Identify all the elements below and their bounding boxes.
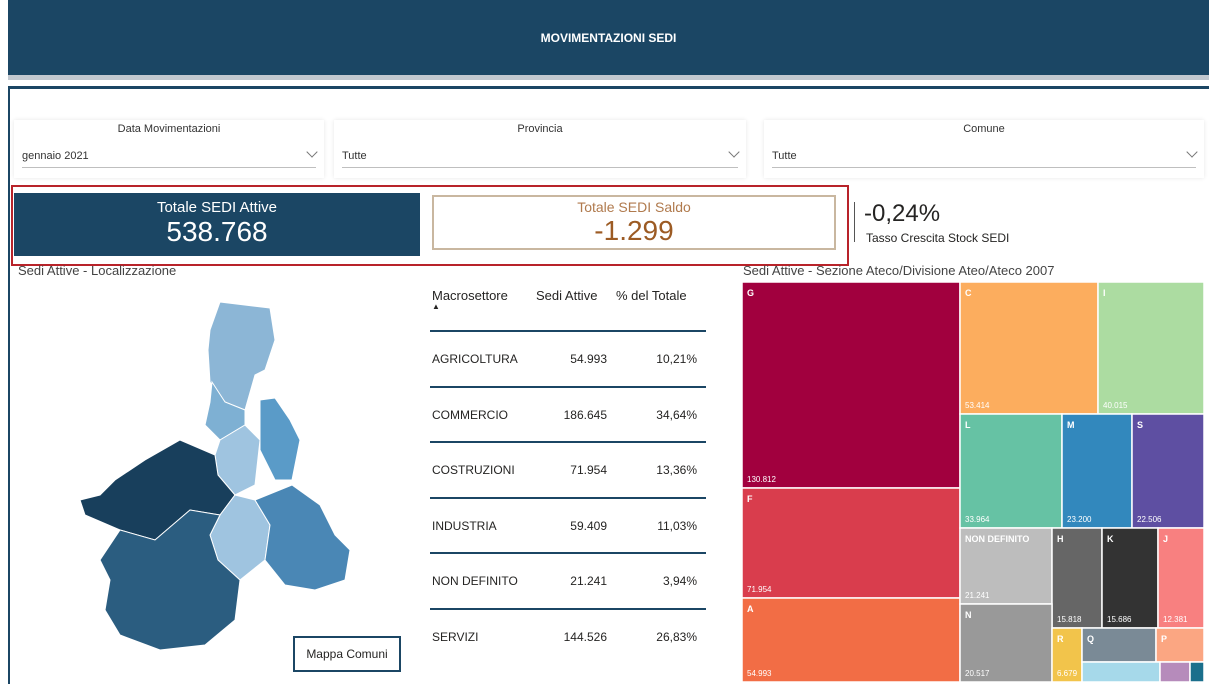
row-divider <box>430 496 706 499</box>
chevron-down-icon <box>1186 146 1198 158</box>
page-header: MOVIMENTAZIONI SEDI <box>8 0 1209 75</box>
cell-macrosettore: COMMERCIO <box>432 407 508 422</box>
treemap-tile-label: L <box>965 420 971 430</box>
map-region-novara <box>259 397 301 481</box>
treemap-tile-value: 54.993 <box>747 669 772 678</box>
cell-perc-totale: 34,64% <box>656 407 697 422</box>
page-title: MOVIMENTAZIONI SEDI <box>540 30 677 45</box>
cell-sedi-attive: 21.241 <box>570 574 607 588</box>
cell-macrosettore: COSTRUZIONI <box>432 463 515 477</box>
tasso-crescita-value: -0,24% <box>864 200 941 227</box>
cell-sedi-attive: 144.526 <box>563 629 607 644</box>
treemap-tile-label: NON DEFINITO <box>965 534 1029 544</box>
dropdown-value: Tutte <box>342 150 367 162</box>
treemap-tile-i[interactable] <box>1097 282 1204 415</box>
treemap-tile-label: G <box>747 288 754 298</box>
slicer-provincia: Provincia Tutte <box>334 120 746 178</box>
treemap-tile-label: K <box>1107 534 1114 544</box>
treemap-tile-value: 22.506 <box>1137 515 1162 524</box>
cell-perc-totale: 10,21% <box>656 352 697 366</box>
treemap-tile-label: N <box>965 610 972 620</box>
col-header-macrosettore[interactable]: Macrosettore <box>432 288 508 303</box>
row-divider <box>430 607 706 610</box>
treemap-tile-label: F <box>747 494 753 504</box>
treemap-tile-f[interactable] <box>742 487 961 599</box>
slicer-comune: Comune Tutte <box>764 120 1204 178</box>
chevron-down-icon <box>306 146 318 158</box>
dropdown-value: Tutte <box>772 150 797 162</box>
comune-dropdown[interactable]: Tutte <box>772 145 1198 168</box>
slicer-title: Provincia <box>517 123 563 135</box>
row-divider <box>430 441 706 443</box>
treemap-tile-value: 12.381 <box>1163 615 1188 624</box>
treemap-tile-label: C <box>965 288 972 298</box>
row-divider <box>430 552 706 554</box>
cell-macrosettore: AGRICOLTURA <box>432 352 518 366</box>
treemap-tile-value: 6.679 <box>1057 669 1078 678</box>
cell-perc-totale: 26,83% <box>656 629 697 644</box>
treemap-tile-label: J <box>1163 534 1168 544</box>
treemap-tile-label: P <box>1161 634 1167 644</box>
highlight-box <box>11 185 849 266</box>
treemap-title: Sedi Attive - Sezione Ateco/Divisione At… <box>743 263 1055 278</box>
treemap-tile-label: S <box>1137 420 1143 430</box>
treemap-tile-label: H <box>1057 534 1064 544</box>
treemap-tile-small[interactable] <box>1189 661 1204 682</box>
table-header: Macrosettore ▲ Sedi Attive % del Totale <box>432 288 707 318</box>
treemap-tile-small[interactable] <box>1081 661 1161 682</box>
chevron-down-icon <box>728 146 740 158</box>
cell-sedi-attive: 59.409 <box>570 518 607 533</box>
treemap-tile-label: A <box>747 604 754 614</box>
slicer-title: Data Movimentazioni <box>117 123 221 135</box>
sort-ascending-icon: ▲ <box>432 302 440 311</box>
treemap-tile-c[interactable] <box>959 282 1099 415</box>
treemap-tile-value: 21.241 <box>965 591 990 600</box>
kpi-divider <box>854 202 855 242</box>
treemap-tile-small[interactable] <box>1159 661 1191 682</box>
treemap-tile-value: 20.517 <box>965 669 990 678</box>
cell-macrosettore: SERVIZI <box>432 629 479 644</box>
header-divider <box>8 75 1209 80</box>
provincia-dropdown[interactable]: Tutte <box>342 145 740 168</box>
piemonte-map[interactable] <box>60 290 360 682</box>
treemap-tile-value: 130.812 <box>747 475 776 484</box>
cell-sedi-attive: 54.993 <box>570 352 607 366</box>
treemap-tile-s[interactable] <box>1131 413 1204 529</box>
treemap-tile-label: M <box>1067 420 1075 430</box>
cell-perc-totale: 3,94% <box>662 574 697 588</box>
tasso-crescita-label: Tasso Crescita Stock SEDI <box>866 231 1010 245</box>
cell-macrosettore: NON DEFINITO <box>432 574 518 588</box>
dropdown-value: gennaio 2021 <box>22 150 89 162</box>
row-divider <box>430 330 706 332</box>
treemap-tile-value: 15.686 <box>1107 615 1132 624</box>
treemap-tile-value: 71.954 <box>747 585 772 594</box>
treemap-tile-a[interactable] <box>742 597 961 682</box>
treemap-tile-value: 53.414 <box>965 401 990 410</box>
cell-perc-totale: 13,36% <box>656 463 697 477</box>
treemap-tile-l[interactable] <box>959 413 1063 529</box>
treemap-tile-value: 33.964 <box>965 515 990 524</box>
col-header-sedi-attive[interactable]: Sedi Attive <box>536 288 597 303</box>
treemap-tile-label: R <box>1057 634 1064 644</box>
treemap-tile-m[interactable] <box>1061 413 1133 529</box>
cell-sedi-attive: 186.645 <box>563 407 607 422</box>
cell-sedi-attive: 71.954 <box>570 463 607 477</box>
slicer-data-movimentazioni: Data Movimentazioni gennaio 2021 <box>14 120 324 178</box>
slicer-title: Comune <box>963 123 1005 135</box>
map-region-alessandria <box>254 484 351 591</box>
mappa-comuni-button[interactable]: Mappa Comuni <box>293 636 401 672</box>
col-header-perc-totale[interactable]: % del Totale <box>616 288 687 303</box>
row-divider <box>430 385 706 388</box>
cell-perc-totale: 11,03% <box>657 518 697 533</box>
treemap-chart[interactable]: G 130.812 F 71.954 A 54.993 C 53.414 I 40.015 L 33.… <box>742 282 1204 682</box>
treemap-tile-label: I <box>1103 288 1106 298</box>
map-title: Sedi Attive - Localizzazione <box>18 263 177 278</box>
treemap-tile-value: 40.015 <box>1103 401 1128 410</box>
cell-macrosettore: INDUSTRIA <box>432 518 497 533</box>
date-dropdown[interactable]: gennaio 2021 <box>22 145 318 168</box>
treemap-tile-g[interactable] <box>742 282 961 489</box>
treemap-tile-label: Q <box>1087 634 1094 644</box>
treemap-tile-value: 23.200 <box>1067 515 1092 524</box>
treemap-tile-value: 15.818 <box>1057 615 1082 624</box>
